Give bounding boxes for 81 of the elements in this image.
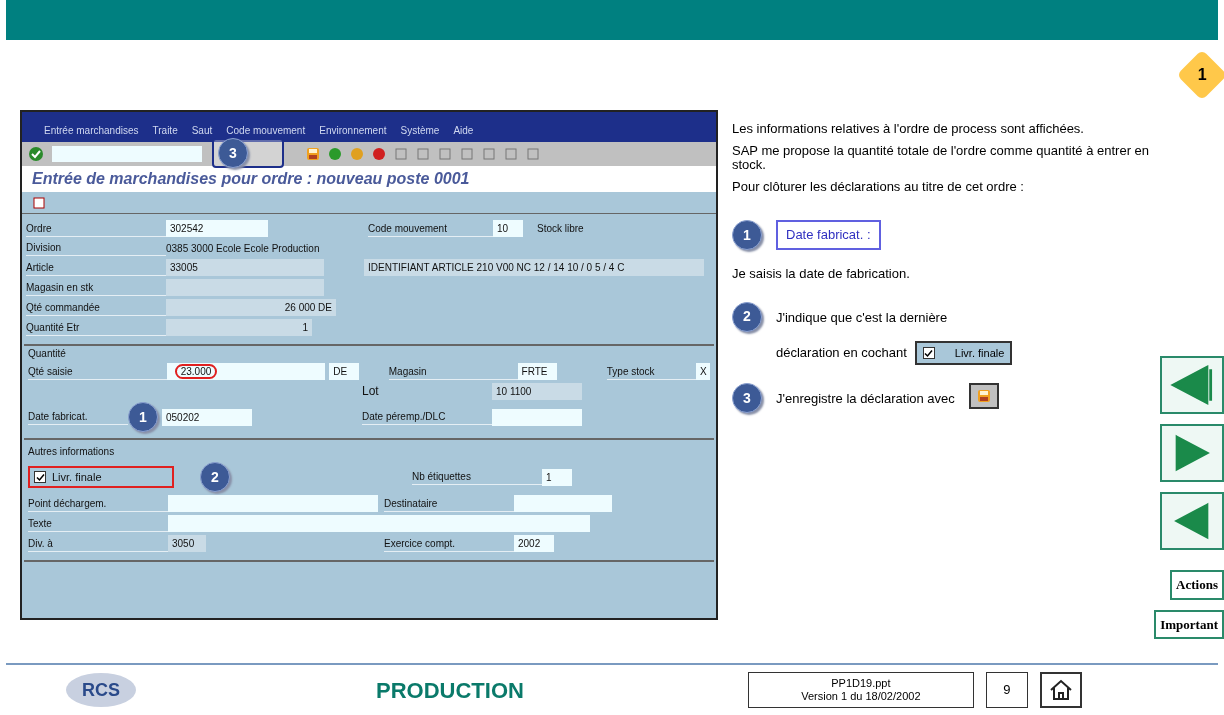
check-icon[interactable] [28,146,44,162]
toolbar-icon[interactable] [504,147,518,161]
field-text: Stock libre [537,222,584,236]
company-logo: RCS [66,673,136,707]
form-field[interactable]: 10 [493,220,523,237]
instruction-text: J'enregistre la déclaration avec [776,390,955,408]
form-field[interactable] [492,408,582,426]
toolbar-icon[interactable] [416,147,430,161]
version-text: Version 1 du 18/02/2002 [801,690,921,703]
next-button[interactable] [1160,424,1224,482]
home-button[interactable] [1039,672,1082,708]
step-number-badge: 2 [200,462,230,492]
checkbox[interactable] [34,471,46,483]
instruction-text: SAP me propose la quantité totale de l'ordre comme quantité à entrer en stock. [732,144,1151,172]
toolbar-icon[interactable] [350,147,364,161]
footer-title: PRODUCTION [376,676,524,705]
important-button[interactable]: Important [1154,609,1224,639]
menu-item[interactable]: Saut [191,123,213,138]
menu-item[interactable]: Code mouvement [226,123,306,138]
step-number-badge: 1 [128,402,158,432]
save-button[interactable] [306,147,320,161]
toolbar-icon[interactable] [394,147,408,161]
form-field[interactable]: FRTE [517,363,558,380]
form-field[interactable]: IDENTIFIANT ARTICLE 210 V00 NC 12 / 14 10 / 0 5 / 4 C [364,259,704,276]
field-label: Lot [362,383,380,400]
checkbox[interactable] [922,347,935,359]
field-label: Date fabricat. [28,409,128,425]
form-field[interactable]: 26 000 DE [166,299,336,316]
field-label: Type stock [606,363,696,380]
toolbar-icon[interactable] [482,147,496,161]
field-label-chip: Date fabricat. : [776,220,881,250]
menu-item[interactable]: Entrée marchandises [44,123,139,138]
checkbox-label: Livr. finale [52,469,102,485]
toolbar-icon[interactable] [328,147,342,161]
step-number-badge: 3 [732,383,762,413]
toolbar-icon[interactable] [460,147,474,161]
step-number-badge: 2 [732,301,762,332]
form-field[interactable] [166,279,324,296]
field-text: 0385 3000 Ecole Ecole Production [166,241,320,256]
instruction-text: Je saisis la date de fabrication. [732,265,911,283]
toolbar-icon[interactable] [372,147,386,161]
form-field[interactable]: 050202 [162,408,252,426]
previous-button[interactable] [1160,492,1224,550]
form-field[interactable]: 1 [542,468,572,486]
menu-item[interactable]: Aide [453,123,474,138]
house-icon [1048,679,1073,701]
menu-item[interactable]: Système [400,123,440,138]
toolbar-icon[interactable] [526,147,540,161]
first-page-button[interactable] [1160,356,1224,414]
menu-item[interactable]: Environnement [319,123,387,138]
form-field[interactable] [514,495,612,512]
field-label: Division [26,240,166,256]
form-field[interactable] [168,495,378,512]
highlighted-quantity-field[interactable]: 23.000 [166,363,326,380]
instruction-text: déclaration en cochant [776,344,907,363]
step-number-badge: 1 [732,220,762,250]
screen-title: Entrée de marchandises pour ordre : nouveau poste 0001 [22,166,716,192]
document-icon[interactable] [32,195,46,210]
form-field[interactable]: 10 1100 [492,382,582,400]
actions-button[interactable]: Actions [1170,570,1224,600]
form-field[interactable]: 302542 [166,220,268,237]
form-field[interactable] [168,515,590,532]
checkbox-label: Livr. finale [954,345,1005,361]
form-field[interactable]: 2002 [514,535,554,552]
toolbar-icon[interactable] [438,147,452,161]
instruction-text: Les informations relatives à l'ordre de process sont affichées. [732,122,1085,136]
form-field[interactable]: DE [329,363,360,380]
menu-item[interactable]: Traite [152,123,178,138]
form-field[interactable]: X [696,363,710,380]
form-field[interactable]: 33005 [166,259,324,276]
instruction-text: J'indique que c'est la dernière [776,308,949,327]
field-label: Qté saisie [28,363,167,380]
field-label: Magasin [388,363,518,380]
page-number: 9 [985,672,1028,708]
instruction-text: Pour clôturer les déclarations au titre de cet ordre : [732,180,1025,194]
form-field[interactable]: 1 [166,319,312,336]
group-title: Quantité [28,347,67,361]
form-field[interactable]: 3050 [168,535,206,552]
group-title: Autres informations [28,445,116,459]
file-name: PP1D19.ppt [831,677,891,690]
command-field[interactable] [52,146,202,162]
